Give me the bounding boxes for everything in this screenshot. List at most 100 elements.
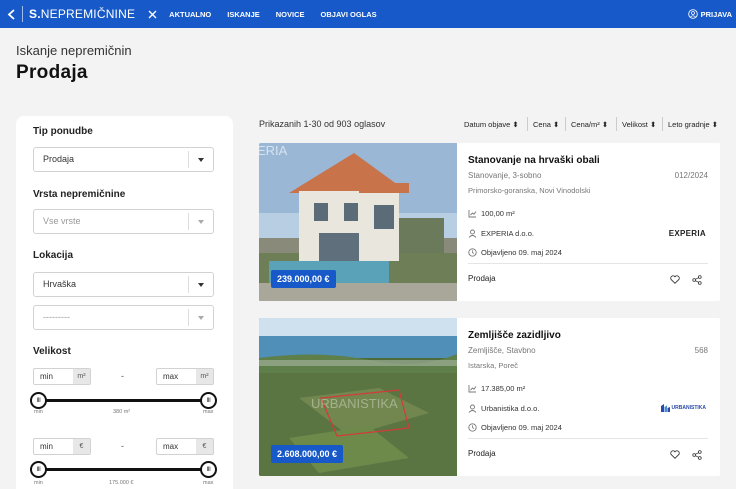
listing-photo-watermark: URBANISTIKA bbox=[311, 396, 398, 411]
sort-datum-objave[interactable]: Datum objave ⬍ bbox=[464, 120, 519, 129]
caret-down-icon bbox=[198, 158, 204, 162]
location-label: Lokacija bbox=[33, 250, 74, 261]
listing-area: 100,00 m² bbox=[468, 209, 515, 218]
area-chart-icon bbox=[468, 210, 477, 218]
price-min-placeholder: min bbox=[40, 442, 53, 451]
listing-subtitle: Stanovanje, 3-sobno bbox=[468, 171, 542, 180]
sort-label: Cena bbox=[533, 120, 551, 129]
caret-down-icon bbox=[198, 316, 204, 320]
close-icon[interactable] bbox=[145, 7, 159, 21]
size-slider-max-handle[interactable]: III bbox=[200, 392, 217, 409]
sort-arrows-icon: ⬍ bbox=[512, 120, 519, 129]
area-chart-icon bbox=[468, 385, 477, 393]
nav-link-novice[interactable]: NOVICE bbox=[276, 10, 305, 19]
price-slider-max-label: max bbox=[203, 480, 214, 486]
caret-down-icon bbox=[198, 220, 204, 224]
agency-logo[interactable]: EXPERIA bbox=[669, 229, 706, 238]
listing-photo[interactable]: ERIA 239.000,00 € bbox=[259, 143, 457, 301]
user-icon bbox=[468, 229, 477, 238]
logo-name: NEPREMIČNINE bbox=[40, 7, 136, 21]
nav-link-iskanje[interactable]: ISKANJE bbox=[227, 10, 260, 19]
heart-icon[interactable] bbox=[670, 450, 680, 459]
location-select[interactable]: Hrvaška bbox=[33, 272, 214, 297]
nav-divider bbox=[22, 6, 23, 22]
user-icon bbox=[687, 9, 698, 19]
clock-icon bbox=[468, 248, 477, 257]
size-unit: m² bbox=[196, 369, 213, 384]
sort-arrows-icon: ⬍ bbox=[649, 120, 657, 129]
listing-area: 17.385,00 m² bbox=[468, 384, 525, 393]
offer-type-select[interactable]: Prodaja bbox=[33, 147, 214, 172]
site-logo[interactable]: S. NEPREMIČNINE bbox=[29, 7, 135, 21]
sort-cena[interactable]: Cena ⬍ bbox=[533, 120, 559, 129]
urbanistika-logo-icon bbox=[660, 404, 670, 412]
listing-agency-name: EXPERIA d.o.o. bbox=[481, 229, 534, 238]
listing-published: Objavljeno 09. maj 2024 bbox=[468, 423, 562, 432]
price-min-input[interactable]: min € bbox=[33, 438, 91, 455]
login-label: PRIJAVA bbox=[700, 9, 732, 19]
size-max-placeholder: max bbox=[163, 372, 179, 381]
size-label: Velikost bbox=[33, 346, 71, 357]
property-type-placeholder: Vse vrste bbox=[43, 216, 81, 226]
sort-label: Cena/m² bbox=[571, 120, 600, 129]
size-slider-max-label: max bbox=[203, 409, 214, 415]
listing-agency[interactable]: EXPERIA d.o.o. bbox=[468, 229, 534, 238]
listing-agency-name: Urbanistika d.o.o. bbox=[481, 404, 540, 413]
listing-type: Prodaja bbox=[468, 449, 496, 458]
listing-price: 239.000,00 € bbox=[271, 270, 336, 288]
login-button[interactable]: PRIJAVA bbox=[687, 0, 732, 28]
share-icon[interactable] bbox=[692, 275, 702, 285]
offer-type-value: Prodaja bbox=[43, 154, 75, 164]
sort-arrows-icon: ⬍ bbox=[601, 120, 609, 129]
property-type-select[interactable]: Vse vrste bbox=[33, 209, 214, 234]
price-max-placeholder: max bbox=[163, 442, 179, 451]
listing-location: Primorsko-goranska, Novi Vinodolski bbox=[468, 186, 591, 195]
listing-title[interactable]: Zemljišče zazidljivo bbox=[468, 330, 561, 341]
filters-panel: Tip ponudbe Prodaja Vrsta nepremičnine V… bbox=[16, 116, 233, 489]
listing-photo-watermark: ERIA bbox=[259, 143, 288, 158]
listing-area-value: 17.385,00 m² bbox=[481, 384, 526, 393]
sort-label: Velikost bbox=[622, 120, 648, 129]
sublocation-select[interactable]: --------- bbox=[33, 305, 214, 330]
agency-logo[interactable]: URBANISTIKA bbox=[660, 404, 706, 412]
price-slider-range-label: 175.000 € bbox=[109, 480, 134, 486]
offer-type-label: Tip ponudbe bbox=[33, 126, 93, 137]
listing-agency[interactable]: Urbanistika d.o.o. bbox=[468, 404, 539, 413]
range-dash: - bbox=[121, 441, 124, 451]
listing-price: 2.608.000,00 € bbox=[271, 445, 344, 463]
size-slider-min-handle[interactable]: III bbox=[30, 392, 47, 409]
price-unit: € bbox=[196, 439, 213, 454]
price-slider-min-label: min bbox=[34, 480, 43, 486]
size-max-input[interactable]: max m² bbox=[156, 368, 214, 385]
sort-velikost[interactable]: Velikost ⬍ bbox=[622, 120, 656, 129]
location-value: Hrvaška bbox=[43, 279, 77, 289]
price-unit: € bbox=[73, 439, 90, 454]
agency-logo-text: URBANISTIKA bbox=[671, 405, 706, 411]
share-icon[interactable] bbox=[692, 450, 702, 460]
listing-published-date: Objavljeno 09. maj 2024 bbox=[481, 248, 562, 257]
listing-card[interactable]: URBANISTIKA 2.608.000,00 € Zemljišče zaz… bbox=[259, 318, 720, 476]
page-subtitle: Iskanje nepremičnin bbox=[16, 43, 132, 58]
top-navbar: S. NEPREMIČNINE AKTUALNO ISKANJE NOVICE … bbox=[0, 0, 736, 28]
listing-reference: 012/2024 bbox=[674, 171, 708, 180]
listing-photo[interactable]: URBANISTIKA 2.608.000,00 € bbox=[259, 318, 457, 476]
size-slider-track[interactable] bbox=[38, 399, 208, 402]
size-min-input[interactable]: min m² bbox=[33, 368, 91, 385]
nav-link-objavi-oglas[interactable]: OBJAVI OGLAS bbox=[321, 10, 377, 19]
clock-icon bbox=[468, 423, 477, 432]
price-slider-max-handle[interactable]: III bbox=[200, 461, 217, 478]
page-title: Prodaja bbox=[16, 62, 88, 83]
nav-link-aktualno[interactable]: AKTUALNO bbox=[169, 10, 211, 19]
back-arrow-icon[interactable] bbox=[4, 7, 18, 21]
listing-area-value: 100,00 m² bbox=[481, 209, 515, 218]
price-slider-track[interactable] bbox=[38, 468, 208, 471]
heart-icon[interactable] bbox=[670, 275, 680, 284]
listing-title[interactable]: Stanovanje na hrvaški obali bbox=[468, 155, 600, 166]
sort-cena-m2[interactable]: Cena/m² ⬍ bbox=[571, 120, 608, 129]
sort-leto-gradnje[interactable]: Leto gradnje ⬍ bbox=[668, 120, 718, 129]
price-max-input[interactable]: max € bbox=[156, 438, 214, 455]
range-dash: - bbox=[121, 371, 124, 381]
listing-card[interactable]: ERIA 239.000,00 € Stanovanje na hrvaški … bbox=[259, 143, 720, 301]
listing-published: Objavljeno 09. maj 2024 bbox=[468, 248, 562, 257]
price-slider-min-handle[interactable]: III bbox=[30, 461, 47, 478]
